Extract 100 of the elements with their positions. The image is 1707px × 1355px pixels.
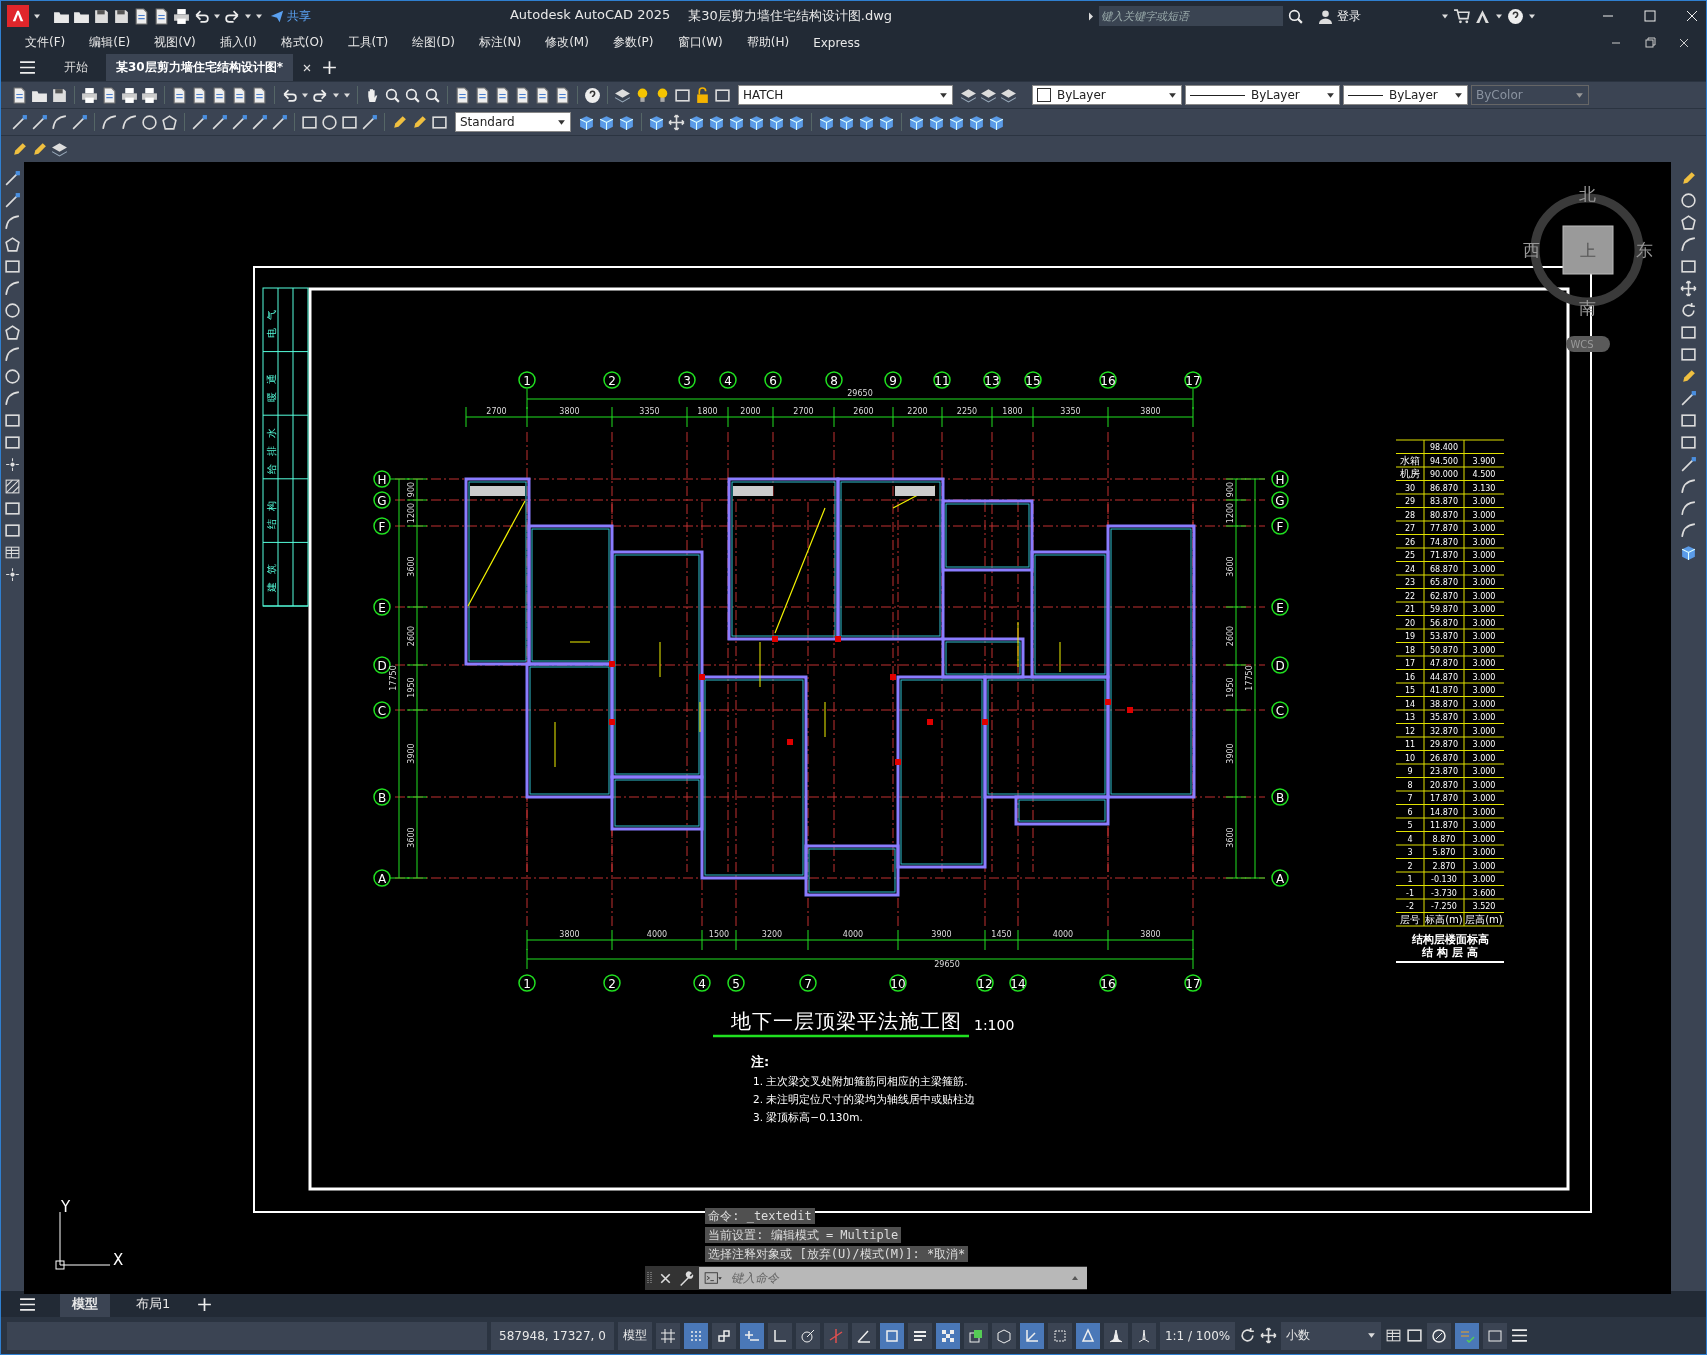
cube-icon[interactable] xyxy=(748,113,765,131)
arc-icon[interactable] xyxy=(1680,478,1698,495)
rectangle-icon[interactable] xyxy=(1680,412,1698,429)
rectangle-icon[interactable] xyxy=(1680,346,1698,363)
line-icon[interactable] xyxy=(71,113,88,131)
move-icon[interactable] xyxy=(1260,1327,1278,1344)
polar-toggle-icon[interactable] xyxy=(795,1322,820,1349)
document-icon[interactable] xyxy=(534,86,551,104)
wrench-icon[interactable] xyxy=(678,1269,696,1287)
line-icon[interactable] xyxy=(1680,390,1698,407)
rectangle-icon[interactable] xyxy=(301,113,318,131)
arc-icon[interactable] xyxy=(1680,236,1698,253)
lock-icon[interactable] xyxy=(694,86,711,104)
cart-icon[interactable] xyxy=(1453,7,1470,25)
menu-item[interactable]: Express xyxy=(805,35,868,50)
maximize-icon[interactable] xyxy=(1642,8,1658,24)
rectangle-icon[interactable] xyxy=(1680,434,1698,451)
add-tab-icon[interactable] xyxy=(321,59,338,76)
save-icon[interactable] xyxy=(51,86,68,104)
search-icon[interactable] xyxy=(1287,7,1304,25)
polygon-icon[interactable] xyxy=(1680,214,1698,231)
arc-icon[interactable] xyxy=(101,113,118,131)
save-icon[interactable] xyxy=(93,7,110,25)
document-icon[interactable] xyxy=(101,86,118,104)
cube-icon[interactable] xyxy=(968,113,985,131)
autodesk-a-icon[interactable] xyxy=(1474,7,1491,25)
ortho-toggle-icon[interactable] xyxy=(767,1322,792,1349)
text-style-dropdown[interactable]: Standard xyxy=(455,112,571,132)
file-tab[interactable]: 开始 xyxy=(54,54,98,81)
line-icon[interactable] xyxy=(251,113,268,131)
arc-icon[interactable] xyxy=(1680,500,1698,517)
annotation-scale-button[interactable]: 1:1 / 100% xyxy=(1159,1321,1236,1350)
dots-toggle-icon[interactable] xyxy=(683,1322,708,1349)
compass-west[interactable]: 西 xyxy=(1522,240,1540,260)
menu-item[interactable]: 参数(P) xyxy=(604,34,662,51)
compass-north[interactable]: 北 xyxy=(1578,184,1596,204)
zoom-icon[interactable] xyxy=(384,86,401,104)
line-icon[interactable] xyxy=(231,113,248,131)
layers-icon[interactable] xyxy=(614,86,631,104)
rectangle-icon[interactable] xyxy=(4,500,22,517)
circle-icon[interactable] xyxy=(4,302,22,319)
circle-toggle-icon[interactable] xyxy=(1427,1322,1452,1349)
gizmo-toggle-icon[interactable] xyxy=(1075,1322,1100,1349)
line-icon[interactable] xyxy=(191,113,208,131)
line-icon[interactable] xyxy=(4,192,22,209)
checker-toggle-icon[interactable] xyxy=(935,1322,960,1349)
printer-icon[interactable] xyxy=(141,86,158,104)
document-icon[interactable] xyxy=(171,86,188,104)
document-icon[interactable] xyxy=(474,86,491,104)
arc-icon[interactable] xyxy=(1680,522,1698,539)
document-icon[interactable] xyxy=(514,86,531,104)
drawing-canvas[interactable] xyxy=(24,162,1672,1294)
rect-toggle-icon[interactable] xyxy=(1483,1322,1508,1349)
layers-icon[interactable] xyxy=(51,140,68,158)
pencil-icon[interactable] xyxy=(391,113,408,131)
menu-item[interactable]: 绘图(D) xyxy=(404,34,463,51)
cube-toggle-icon[interactable] xyxy=(991,1322,1016,1349)
line-icon[interactable] xyxy=(31,113,48,131)
polygon-icon[interactable] xyxy=(4,324,22,341)
circle-icon[interactable] xyxy=(141,113,158,131)
rectangle-icon[interactable] xyxy=(1680,258,1698,275)
document-icon[interactable] xyxy=(153,7,170,25)
arc-icon[interactable] xyxy=(4,390,22,407)
pencil-icon[interactable] xyxy=(1680,170,1698,187)
arc-icon[interactable] xyxy=(4,214,22,231)
pencil-icon[interactable] xyxy=(1680,368,1698,385)
document-icon[interactable] xyxy=(231,86,248,104)
autoscale-toggle-icon[interactable] xyxy=(1131,1322,1156,1349)
search-field[interactable]: 键入关键字或短语 xyxy=(1099,6,1283,26)
linetype-dropdown[interactable]: ByLayer xyxy=(1185,85,1340,105)
compass-south[interactable]: 南 xyxy=(1578,298,1596,318)
arc-icon[interactable] xyxy=(51,113,68,131)
square-toggle-icon[interactable] xyxy=(879,1322,904,1349)
zoom-icon[interactable] xyxy=(404,86,421,104)
printer-icon[interactable] xyxy=(81,86,98,104)
arc-icon[interactable] xyxy=(4,346,22,363)
rectangle-icon[interactable] xyxy=(341,113,358,131)
cube-icon[interactable] xyxy=(788,113,805,131)
circle-icon[interactable] xyxy=(321,113,338,131)
customize-menu-icon[interactable] xyxy=(1511,1327,1529,1344)
iso-toggle-icon[interactable] xyxy=(823,1322,848,1349)
arc-icon[interactable] xyxy=(121,113,138,131)
polygon-icon[interactable] xyxy=(4,236,22,253)
caret-up-icon[interactable] xyxy=(1071,1274,1080,1282)
line-icon[interactable] xyxy=(361,113,378,131)
circle-icon[interactable] xyxy=(4,368,22,385)
cube-icon[interactable] xyxy=(988,113,1005,131)
cube-icon[interactable] xyxy=(728,113,745,131)
cube-icon[interactable] xyxy=(908,113,925,131)
cube-icon[interactable] xyxy=(648,113,665,131)
angle-toggle-icon[interactable] xyxy=(851,1322,876,1349)
document-icon[interactable] xyxy=(454,86,471,104)
rectangle-icon[interactable] xyxy=(714,86,731,104)
document-icon[interactable] xyxy=(211,86,228,104)
cube-icon[interactable] xyxy=(878,113,895,131)
arc-icon[interactable] xyxy=(4,280,22,297)
layers-icon[interactable] xyxy=(980,86,997,104)
app-logo-icon[interactable] xyxy=(7,5,29,27)
layers-icon[interactable] xyxy=(1000,86,1017,104)
model-space-button[interactable]: 模型 xyxy=(617,1321,652,1350)
